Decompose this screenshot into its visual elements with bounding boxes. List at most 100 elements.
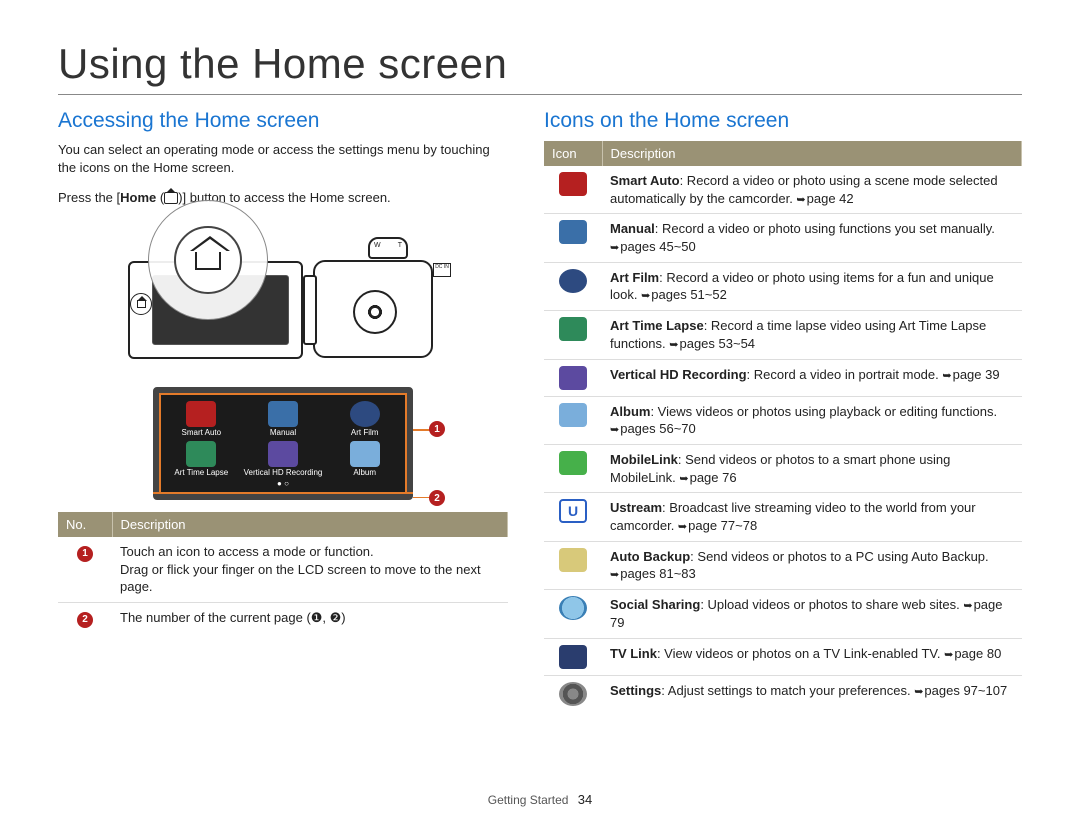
row-number: 2 [77,612,93,628]
hs-icon-artlapse: Art Time Lapse [167,441,236,477]
th-description: Description [602,141,1022,166]
title-rule [58,94,1022,95]
table-row: 2 The number of the current page (❶, ❷) [58,602,508,634]
table-row: Art Film: Record a video or photo using … [544,262,1022,310]
icons-table: Icon Description Smart Auto: Record a vi… [544,141,1022,712]
page-ref [669,336,679,351]
socialshare-icon [559,596,587,620]
hs-label: Album [353,469,376,477]
hs-label: Art Time Lapse [174,469,228,477]
table-row: Manual: Record a video or photo using fu… [544,214,1022,262]
album-icon [350,441,380,467]
intro-text: You can select an operating mode or acce… [58,141,508,176]
page-footer: Getting Started 34 [0,792,1080,807]
section-heading-access: Accessing the Home screen [58,109,508,133]
th-desc: Description [112,512,508,537]
row-desc: Ustream: Broadcast live streaming video … [602,493,1022,541]
section-heading-icons: Icons on the Home screen [544,109,1022,133]
table-row: TV Link: View videos or photos on a TV L… [544,638,1022,675]
hs-label: Smart Auto [182,429,222,437]
table-row: Smart Auto: Record a video or photo usin… [544,166,1022,214]
settings-icon [559,682,587,706]
page-ref [641,287,651,302]
table-row: UUstream: Broadcast live streaming video… [544,493,1022,541]
mobilelink-icon [559,451,587,475]
hs-label: Manual [270,429,296,437]
row-desc: TV Link: View videos or photos on a TV L… [602,638,1022,675]
press-home-bold: Home [120,190,156,205]
th-icon: Icon [544,141,602,166]
table-row: MobileLink: Send videos or photos to a s… [544,444,1022,492]
callout-2: 2 [429,490,445,506]
magnifier-callout [148,200,268,320]
row-desc: Smart Auto: Record a video or photo usin… [602,166,1022,214]
artfilm-icon [350,401,380,427]
page-title: Using the Home screen [58,40,1022,88]
dc-in-label: DC IN [433,263,451,277]
hs-label: Art Film [351,429,379,437]
row-desc: Manual: Record a video or photo using fu… [602,214,1022,262]
vertical-icon [268,441,298,467]
page-ref [679,470,689,485]
row-desc: Touch an icon to access a mode or functi… [112,537,508,602]
hinge [303,275,317,345]
home-screen-frame: Smart Auto Manual Art Film Art Time Lapse Ve… [153,387,413,500]
home-icon [164,192,178,204]
page-ref [914,683,924,698]
press-gap: ( [156,190,164,205]
table-row: Settings: Adjust settings to match your … [544,675,1022,712]
page-ref [944,646,954,661]
table-row: Auto Backup: Send videos or photos to a … [544,541,1022,589]
album-icon [559,403,587,427]
artlapse-icon [186,441,216,467]
hs-icon-vertical: Vertical HD Recording [244,441,323,477]
artfilm-icon [559,269,587,293]
table-row: Social Sharing: Upload videos or photos … [544,590,1022,638]
page-ref [796,191,806,206]
page-ref [963,597,973,612]
hs-icon-album: Album [330,441,399,477]
footer-section: Getting Started [488,793,569,807]
camcorder-illustration: DC IN W T [108,215,458,375]
page-ref [678,518,688,533]
row-desc: Vertical HD Recording: Record a video in… [602,359,1022,396]
vertical-icon [559,366,587,390]
row-desc: Album: Views videos or photos using play… [602,396,1022,444]
hs-label: Vertical HD Recording [244,469,323,477]
table-row: 1Touch an icon to access a mode or funct… [58,537,508,602]
page-ref [610,566,620,581]
row-desc: Auto Backup: Send videos or photos to a … [602,541,1022,589]
camcorder-body [313,260,433,358]
manual-icon [559,220,587,244]
hs-icon-smart: Smart Auto [167,401,236,437]
th-no: No. [58,512,112,537]
row-desc: Settings: Adjust settings to match your … [602,675,1022,712]
page-ref [610,239,620,254]
tvlink-icon [559,645,587,669]
table-row: Vertical HD Recording: Record a video in… [544,359,1022,396]
page-ref [942,367,952,382]
zoom-rocker: W T [368,237,408,259]
autobackup-icon [559,548,587,572]
smart-icon [559,172,587,196]
home-button [130,293,152,315]
row-desc: Art Time Lapse: Record a time lapse vide… [602,311,1022,359]
row-desc: Art Film: Record a video or photo using … [602,262,1022,310]
artlapse-icon [559,317,587,341]
row-desc: The number of the current page (❶, ❷) [112,602,508,634]
manual-icon [268,401,298,427]
callout-table: No. Description 1Touch an icon to access… [58,512,508,634]
page-ref [610,421,620,436]
hs-icon-manual: Manual [244,401,323,437]
zoom-w: W [374,242,381,249]
press-instruction: Press the [Home ()] button to access the… [58,190,508,205]
row-desc: MobileLink: Send videos or photos to a s… [602,444,1022,492]
smart-icon [186,401,216,427]
page-indicator: ● ○ [167,477,399,490]
hs-icon-artfilm: Art Film [330,401,399,437]
home-screen-mock: Smart Auto Manual Art Film Art Time Lapse Ve… [153,387,413,500]
row-desc: Social Sharing: Upload videos or photos … [602,590,1022,638]
press-pre: Press the [ [58,190,120,205]
footer-page-number: 34 [578,792,592,807]
home-icon-large [195,250,221,270]
